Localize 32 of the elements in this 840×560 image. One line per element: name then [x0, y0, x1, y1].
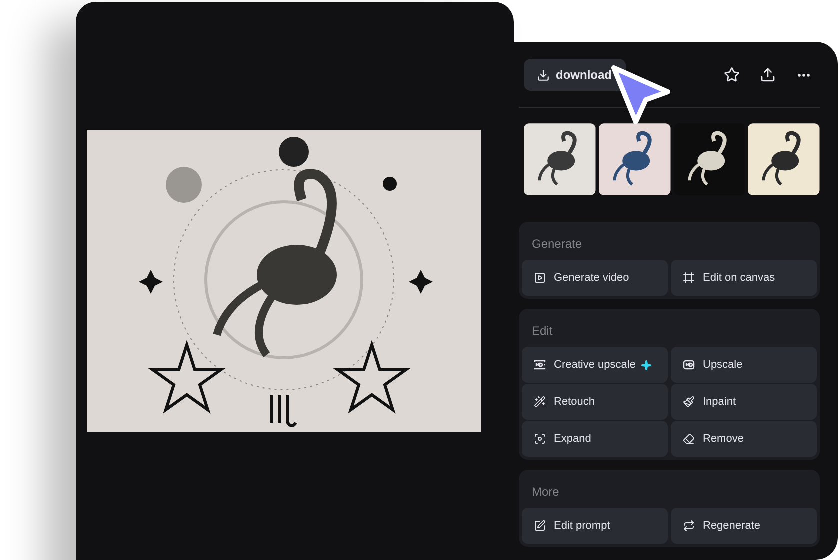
action-button[interactable]: Retouch [522, 384, 668, 420]
sparkle-icon [640, 360, 652, 370]
thumbnail-placeholder[interactable] [748, 123, 820, 196]
repeat-icon [683, 520, 695, 532]
action-button[interactable]: Edit prompt [522, 508, 668, 544]
wand-icon [534, 396, 546, 408]
action-button[interactable]: Creative upscale [522, 347, 668, 383]
star-icon [724, 67, 740, 83]
action-button[interactable]: Inpaint [671, 384, 817, 420]
thumbnail-placeholder[interactable] [524, 123, 596, 196]
hd-icon [683, 359, 695, 371]
download-icon [537, 68, 550, 82]
expand-icon [534, 433, 546, 445]
edit-icon [534, 520, 546, 532]
action-button[interactable]: Regenerate [671, 508, 817, 544]
frame-icon [683, 272, 695, 284]
action-button[interactable]: Upscale [671, 347, 817, 383]
action-button[interactable]: Expand [522, 421, 668, 457]
brush-icon [683, 396, 695, 408]
thumbnail-placeholder[interactable] [598, 123, 670, 196]
section-title: More [531, 484, 560, 501]
play-icon [534, 272, 546, 284]
section-title: Edit [531, 323, 553, 340]
hd-frame-icon [534, 359, 546, 371]
section-title: Generate [531, 236, 582, 253]
action-button[interactable]: Remove [671, 421, 817, 457]
more-icon [798, 74, 810, 76]
eraser-icon [683, 433, 695, 445]
action-button[interactable]: Edit on canvas [671, 260, 817, 296]
action-button[interactable]: Generate video [522, 260, 668, 296]
thumbnail-placeholder[interactable] [674, 123, 746, 196]
upload-icon [760, 67, 776, 83]
